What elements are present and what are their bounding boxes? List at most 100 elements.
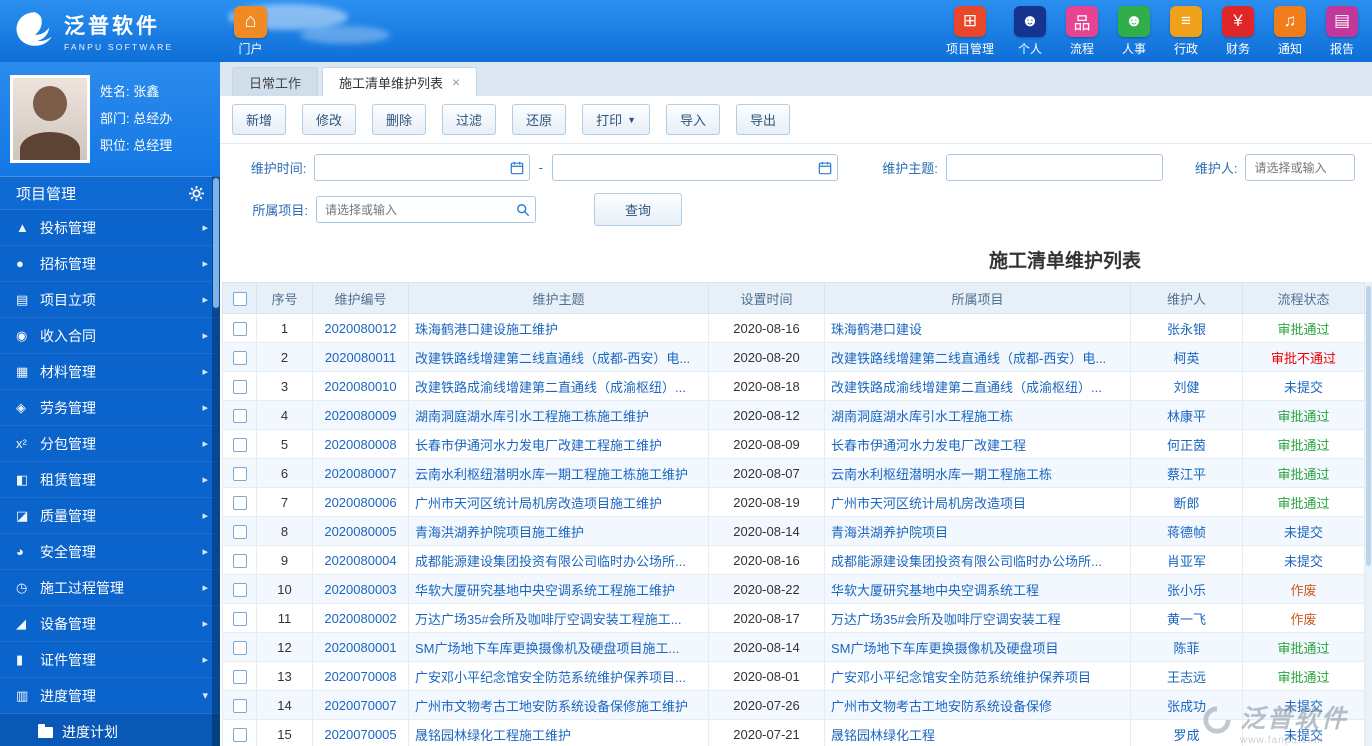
row-maintainer-link[interactable]: 张成功: [1167, 699, 1206, 714]
row-project-link[interactable]: 广安邓小平纪念馆安全防范系统维护保养项目: [831, 670, 1091, 685]
table-scrollbar-thumb[interactable]: [1366, 286, 1371, 566]
gear-icon[interactable]: [189, 186, 204, 201]
row-subject-link[interactable]: 晟铭园林绿化工程施工维护: [415, 728, 571, 743]
row-code-link[interactable]: 2020080004: [324, 553, 396, 568]
sidebar-item-1[interactable]: ● 招标管理 ▸: [0, 246, 220, 282]
row-subject-link[interactable]: 改建铁路线增建第二线直通线（成都-西安）电...: [415, 351, 690, 366]
row-checkbox[interactable]: [233, 670, 247, 684]
top-nav-item-5[interactable]: ¥ 财务: [1222, 6, 1254, 57]
top-nav-item-0[interactable]: ⊞ 项目管理: [946, 6, 994, 57]
row-code-link[interactable]: 2020080006: [324, 495, 396, 510]
row-subject-link[interactable]: 改建铁路成渝线增建第二直通线（成渝枢纽）...: [415, 380, 686, 395]
close-icon[interactable]: ×: [452, 75, 460, 89]
row-project-link[interactable]: 云南水利枢纽潜明水库一期工程施工栋: [831, 467, 1052, 482]
select-all-checkbox[interactable]: [233, 292, 247, 306]
row-checkbox[interactable]: [233, 583, 247, 597]
row-maintainer-link[interactable]: 柯英: [1173, 351, 1199, 366]
maintain-time-end-input[interactable]: [552, 154, 838, 181]
row-maintainer-link[interactable]: 陈菲: [1173, 641, 1199, 656]
row-code-link[interactable]: 2020080003: [324, 582, 396, 597]
toolbar-button-3[interactable]: 过滤: [442, 104, 496, 135]
sidebar-item-6[interactable]: x² 分包管理 ▸: [0, 426, 220, 462]
row-maintainer-link[interactable]: 蒋德帧: [1167, 525, 1206, 540]
row-maintainer-link[interactable]: 林康平: [1167, 409, 1206, 424]
row-project-link[interactable]: 成都能源建设集团投资有限公司临时办公场所...: [831, 554, 1102, 569]
maintain-subject-input[interactable]: [946, 154, 1163, 181]
row-maintainer-link[interactable]: 何正茵: [1167, 438, 1206, 453]
row-checkbox[interactable]: [233, 728, 247, 742]
row-code-link[interactable]: 2020080002: [324, 611, 396, 626]
row-subject-link[interactable]: 云南水利枢纽潜明水库一期工程施工栋施工维护: [415, 467, 688, 482]
row-checkbox[interactable]: [233, 409, 247, 423]
nav-portal[interactable]: ⌂ 门户: [234, 6, 267, 57]
row-maintainer-link[interactable]: 王志远: [1167, 670, 1206, 685]
row-checkbox[interactable]: [233, 525, 247, 539]
search-icon[interactable]: [516, 203, 530, 217]
row-subject-link[interactable]: 广州市文物考古工地安防系统设备保修施工维护: [415, 699, 688, 714]
toolbar-button-7[interactable]: 导出: [736, 104, 790, 135]
calendar-icon[interactable]: [818, 161, 832, 175]
top-nav-item-4[interactable]: ≡ 行政: [1170, 6, 1202, 57]
sidebar-item-4[interactable]: ▦ 材料管理 ▸: [0, 354, 220, 390]
row-checkbox[interactable]: [233, 496, 247, 510]
sidebar-subitem-0[interactable]: 进度计划: [0, 714, 220, 746]
row-code-link[interactable]: 2020080001: [324, 640, 396, 655]
row-maintainer-link[interactable]: 罗成: [1173, 728, 1199, 743]
row-project-link[interactable]: 广州市天河区统计局机房改造项目: [831, 496, 1026, 511]
row-subject-link[interactable]: 广安邓小平纪念馆安全防范系统维护保养项目...: [415, 670, 686, 685]
calendar-icon[interactable]: [510, 161, 524, 175]
table-scrollbar[interactable]: [1365, 282, 1372, 746]
row-subject-link[interactable]: 青海洪湖养护院项目施工维护: [415, 525, 584, 540]
row-subject-link[interactable]: 成都能源建设集团投资有限公司临时办公场所...: [415, 554, 686, 569]
row-code-link[interactable]: 2020070008: [324, 669, 396, 684]
row-project-link[interactable]: 改建铁路成渝线增建第二直通线（成渝枢纽）...: [831, 380, 1102, 395]
sidebar-item-11[interactable]: ◢ 设备管理 ▸: [0, 606, 220, 642]
sidebar-scrollbar[interactable]: [212, 176, 220, 746]
row-subject-link[interactable]: SM广场地下车库更换摄像机及硬盘项目施工...: [415, 641, 679, 656]
sidebar-item-13[interactable]: ▥ 进度管理 ▾: [0, 678, 220, 714]
toolbar-button-6[interactable]: 导入: [666, 104, 720, 135]
row-maintainer-link[interactable]: 黄一飞: [1167, 612, 1206, 627]
row-subject-link[interactable]: 长春市伊通河水力发电厂改建工程施工维护: [415, 438, 662, 453]
row-checkbox[interactable]: [233, 438, 247, 452]
row-code-link[interactable]: 2020080008: [324, 437, 396, 452]
sidebar-item-10[interactable]: ◷ 施工过程管理 ▸: [0, 570, 220, 606]
row-subject-link[interactable]: 湖南洞庭湖水库引水工程施工栋施工维护: [415, 409, 649, 424]
row-project-link[interactable]: 华软大厦研究基地中央空调系统工程: [831, 583, 1039, 598]
row-maintainer-link[interactable]: 蔡江平: [1167, 467, 1206, 482]
row-code-link[interactable]: 2020080005: [324, 524, 396, 539]
top-nav-item-6[interactable]: ♫ 通知: [1274, 6, 1306, 57]
row-maintainer-link[interactable]: 张小乐: [1167, 583, 1206, 598]
row-code-link[interactable]: 2020070007: [324, 698, 396, 713]
row-checkbox[interactable]: [233, 612, 247, 626]
row-subject-link[interactable]: 万达广场35#会所及咖啡厅空调安装工程施工...: [415, 612, 682, 627]
toolbar-button-2[interactable]: 删除: [372, 104, 426, 135]
row-project-link[interactable]: 改建铁路线增建第二线直通线（成都-西安）电...: [831, 351, 1106, 366]
row-checkbox[interactable]: [233, 467, 247, 481]
toolbar-button-4[interactable]: 还原: [512, 104, 566, 135]
row-project-link[interactable]: 湖南洞庭湖水库引水工程施工栋: [831, 409, 1013, 424]
top-nav-item-1[interactable]: ☻ 个人: [1014, 6, 1046, 57]
row-checkbox[interactable]: [233, 699, 247, 713]
row-code-link[interactable]: 2020080007: [324, 466, 396, 481]
toolbar-button-0[interactable]: 新增: [232, 104, 286, 135]
row-subject-link[interactable]: 广州市天河区统计局机房改造项目施工维护: [415, 496, 662, 511]
top-nav-item-3[interactable]: ☻ 人事: [1118, 6, 1150, 57]
maintain-time-start-input[interactable]: [314, 154, 529, 181]
row-maintainer-link[interactable]: 张永银: [1167, 322, 1206, 337]
tab-daily-work[interactable]: 日常工作: [232, 67, 318, 96]
sidebar-item-7[interactable]: ◧ 租赁管理 ▸: [0, 462, 220, 498]
tab-construction-list[interactable]: 施工清单维护列表 ×: [322, 67, 477, 96]
sidebar-item-12[interactable]: ▮ 证件管理 ▸: [0, 642, 220, 678]
toolbar-button-5[interactable]: 打印▼: [582, 104, 650, 135]
row-subject-link[interactable]: 华软大厦研究基地中央空调系统工程施工维护: [415, 583, 675, 598]
row-checkbox[interactable]: [233, 351, 247, 365]
top-nav-item-7[interactable]: ▤ 报告: [1326, 6, 1358, 57]
row-project-link[interactable]: 长春市伊通河水力发电厂改建工程: [831, 438, 1026, 453]
row-subject-link[interactable]: 珠海鹤港口建设施工维护: [415, 322, 558, 337]
row-code-link[interactable]: 2020080009: [324, 408, 396, 423]
row-project-link[interactable]: SM广场地下车库更换摄像机及硬盘项目: [831, 641, 1059, 656]
row-maintainer-link[interactable]: 刘健: [1173, 380, 1199, 395]
row-project-link[interactable]: 珠海鹤港口建设: [831, 322, 922, 337]
project-input[interactable]: [316, 196, 536, 223]
